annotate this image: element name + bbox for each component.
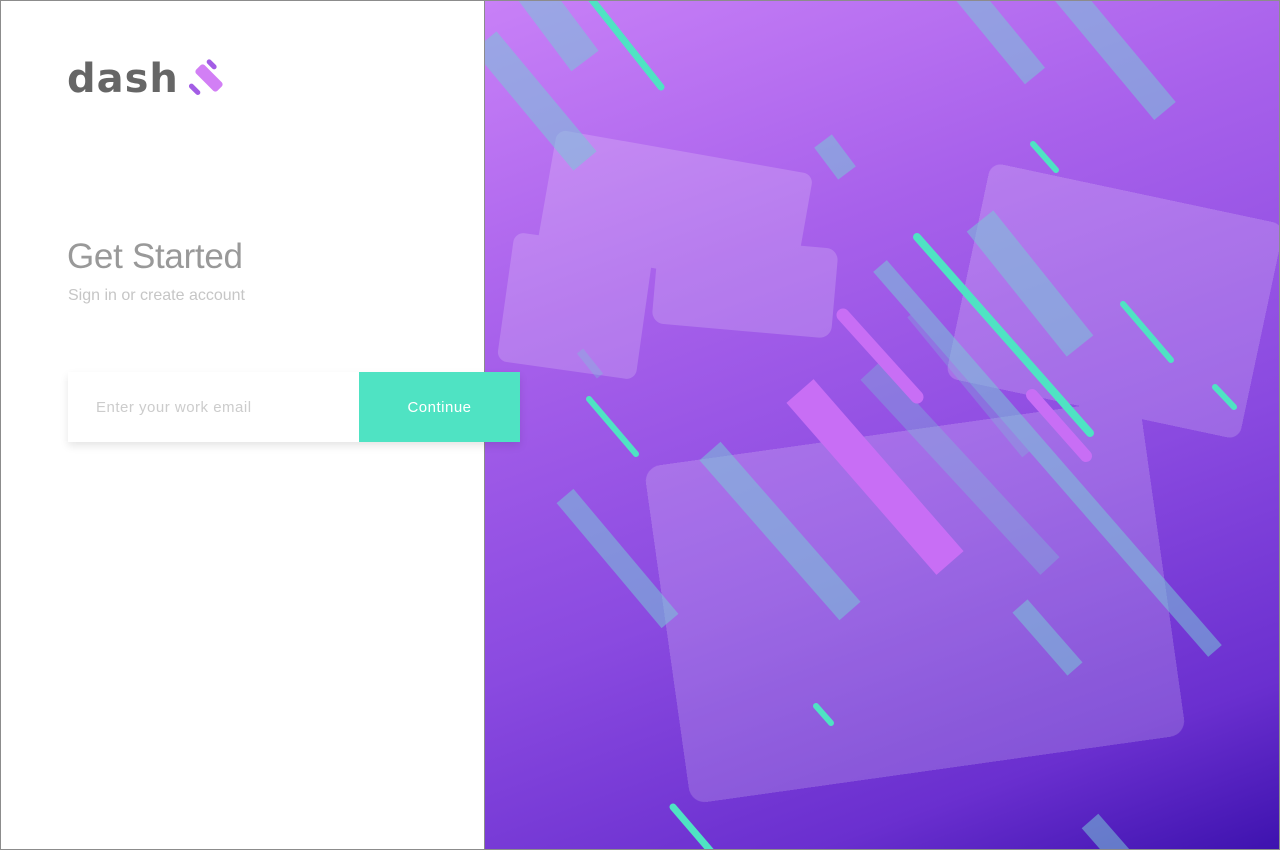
hero-illustration	[485, 1, 1279, 849]
brand-logo: dash	[67, 55, 224, 103]
page-title: Get Started	[67, 237, 243, 276]
email-input[interactable]	[68, 372, 359, 442]
brand-name: dash	[67, 56, 179, 102]
continue-button[interactable]: Continue	[359, 372, 520, 442]
hero-graphic	[485, 1, 1279, 849]
signup-form: Continue	[68, 372, 520, 442]
login-page: dash Get Started Sign in or create accou…	[0, 0, 1280, 850]
page-subtitle: Sign in or create account	[68, 287, 245, 304]
dash-logo-mark-icon	[188, 59, 223, 96]
